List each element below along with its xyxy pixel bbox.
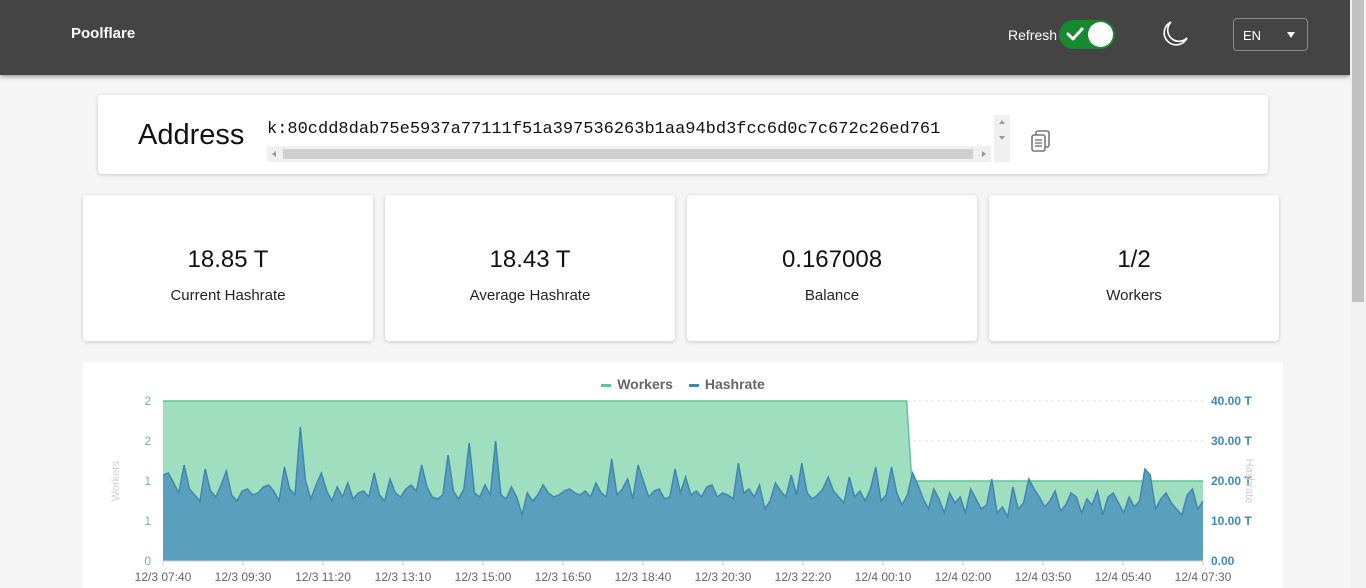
stat-card-workers: 1/2 Workers [989, 195, 1279, 341]
x-tick-label: 12/3 20:30 [695, 570, 752, 584]
hashrate-chart-card: Workers Hashrate 0 0.00 1 10.00 T 1 20.00 T23… [83, 362, 1283, 588]
y-left-axis-title: Workers [110, 460, 122, 501]
address-vscrollbar[interactable] [994, 115, 1010, 162]
address-value[interactable]: k:80cdd8dab75e5937a77111f51a397536263b1a… [267, 120, 940, 139]
stat-card-average-hashrate: 18.43 T Average Hashrate [385, 195, 675, 341]
brand-logo[interactable]: Poolflare [71, 25, 135, 42]
stat-value: 18.43 T [489, 246, 571, 273]
moon-icon[interactable] [1158, 18, 1190, 50]
y-right-tick-label: 0.00 [1211, 554, 1235, 568]
x-tick-label: 12/3 15:00 [455, 570, 512, 584]
toggle-knob [1088, 22, 1113, 47]
top-navbar: Poolflare Refresh EN [0, 0, 1350, 75]
x-tick-label: 12/3 11:20 [295, 570, 351, 584]
area-chart[interactable]: 0 0.001 10.00 T1 20.00 T2 30.00 T2 40.00 TWor… [83, 362, 1283, 588]
x-tick-label: 12/3 07:40 [135, 570, 192, 584]
scroll-right-icon[interactable] [975, 146, 991, 162]
copy-icon[interactable] [1030, 129, 1052, 153]
stat-label: Balance [804, 287, 860, 304]
refresh-label: Refresh [1008, 27, 1058, 43]
x-tick-label: 12/4 00:10 [855, 570, 912, 584]
page-scrollbar[interactable] [1350, 0, 1366, 588]
stat-card-balance: 0.167008 Balance [687, 195, 977, 341]
y-left-tick-label: 2 [144, 434, 151, 448]
y-right-axis-title: Hashrate [1243, 459, 1255, 504]
scroll-left-icon[interactable] [267, 146, 283, 162]
refresh-toggle[interactable] [1059, 20, 1115, 49]
x-tick-label: 12/3 22:20 [775, 570, 832, 584]
x-tick-label: 12/3 18:40 [615, 570, 672, 584]
chevron-down-icon [1287, 32, 1295, 38]
stat-value: 1/2 [1117, 246, 1151, 273]
address-hscrollbar[interactable] [267, 146, 991, 162]
x-tick-label: 12/3 09:30 [215, 570, 272, 584]
stat-label: Average Hashrate [469, 287, 591, 304]
y-right-tick-label: 40.00 T [1211, 394, 1252, 408]
stat-label: Workers [1106, 287, 1162, 304]
check-icon [1066, 27, 1084, 41]
y-right-tick-label: 30.00 T [1211, 434, 1252, 448]
language-select[interactable]: EN [1233, 18, 1308, 51]
language-value: EN [1243, 28, 1262, 43]
x-tick-label: 12/3 13:10 [375, 570, 432, 584]
scroll-up-icon[interactable] [994, 115, 1010, 131]
x-tick-label: 12/4 05:40 [1095, 570, 1152, 584]
y-left-tick-label: 0 [144, 554, 151, 568]
x-tick-label: 12/3 16:50 [535, 570, 592, 584]
stat-value: 18.85 T [187, 246, 269, 273]
address-hscroll-thumb[interactable] [283, 149, 973, 159]
address-card: Address k:80cdd8dab75e5937a77111f51a3975… [98, 95, 1268, 174]
y-left-tick-label: 1 [144, 514, 151, 528]
stat-label: Current Hashrate [170, 287, 286, 304]
scroll-down-icon[interactable] [994, 130, 1010, 146]
page-scrollbar-thumb[interactable] [1352, 0, 1364, 302]
address-field[interactable]: k:80cdd8dab75e5937a77111f51a397536263b1a… [267, 115, 1010, 162]
address-title: Address [138, 119, 245, 151]
y-left-tick-label: 1 [144, 474, 151, 488]
y-right-tick-label: 10.00 T [1211, 514, 1252, 528]
x-tick-label: 12/4 07:30 [1175, 570, 1232, 584]
x-tick-label: 12/4 03:50 [1015, 570, 1072, 584]
stat-value: 0.167008 [781, 246, 883, 273]
y-left-tick-label: 2 [144, 394, 151, 408]
x-tick-label: 12/4 02:00 [935, 570, 992, 584]
stat-card-current-hashrate: 18.85 T Current Hashrate [83, 195, 373, 341]
